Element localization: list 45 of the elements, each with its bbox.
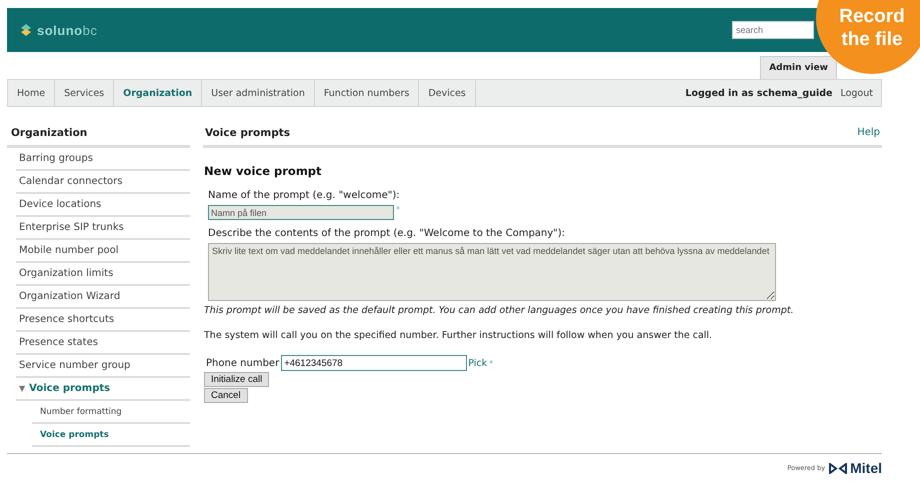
- logo-icon: [19, 23, 33, 37]
- admin-view-tab[interactable]: Admin view: [760, 56, 837, 79]
- nav-tab[interactable]: Devices: [419, 80, 476, 106]
- sidebar-item[interactable]: Presence states: [16, 332, 190, 355]
- cancel-button[interactable]: Cancel: [204, 388, 248, 403]
- logo-text: solunobc: [37, 22, 98, 38]
- nav-tab[interactable]: User administration: [202, 80, 315, 106]
- sidebar-item[interactable]: ▼ Voice prompts: [16, 378, 190, 401]
- sidebar-item[interactable]: Mobile number pool: [16, 240, 190, 263]
- phone-number-field[interactable]: +4612345678: [281, 355, 468, 371]
- default-prompt-note: This prompt will be saved as the default prompt. You can add other languages once you have finished creating this prompt.: [204, 305, 795, 316]
- sidebar-item[interactable]: Device locations: [16, 194, 190, 217]
- prompt-name-field[interactable]: Namn på filen: [208, 205, 394, 220]
- sidebar-subitem[interactable]: Number formatting: [32, 401, 190, 424]
- nav-tab[interactable]: Function numbers: [314, 80, 420, 106]
- description-field[interactable]: Skriv lite text om vad meddelandet innehåller eller ett manus så man lätt vet vad meddelandet säger utan att behöva lyssna av meddelandet: [208, 243, 776, 301]
- sidebar-item[interactable]: Organization limits: [16, 263, 190, 286]
- brand-name: Mitel: [850, 460, 882, 476]
- form-heading: New voice prompt: [204, 164, 323, 178]
- call-info-text: The system will call you on the specified number. Further instructions will follow when you answer the call.: [204, 330, 714, 341]
- pick-link[interactable]: Pick: [468, 358, 488, 368]
- logo-icon: [829, 462, 848, 474]
- required-mark: *: [489, 358, 494, 368]
- sidebar-item[interactable]: Calendar connectors: [16, 171, 190, 194]
- expand-icon[interactable]: ▼: [19, 384, 26, 393]
- sidebar-subitem[interactable]: Voice prompts: [32, 424, 190, 447]
- section-title: Voice prompts: [205, 127, 290, 139]
- search-field[interactable]: search: [732, 21, 814, 39]
- sidebar-item[interactable]: Barring groups: [16, 148, 190, 171]
- required-mark: *: [396, 205, 400, 214]
- field-label: Describe the contents of the prompt (e.g. "Welcome to the Company"):: [208, 228, 566, 239]
- sidebar-item[interactable]: Service number group: [16, 355, 190, 378]
- field-label: Name of the prompt (e.g. "welcome"):: [208, 190, 401, 201]
- initialize-call-button[interactable]: Initialize call: [204, 372, 270, 387]
- sidebar-item[interactable]: Presence shortcuts: [16, 309, 190, 332]
- logged-in-user: Logged in as schema_guide: [685, 88, 832, 98]
- sidebar-item[interactable]: Enterprise SIP trunks: [16, 217, 190, 240]
- sidebar-item[interactable]: Organization Wizard: [16, 286, 190, 309]
- nav-tab[interactable]: Services: [55, 80, 114, 106]
- nav-tab[interactable]: Home: [8, 80, 56, 106]
- field-label: Phone number: [206, 358, 280, 368]
- logout-link[interactable]: Logout: [840, 88, 873, 98]
- nav-tab[interactable]: Organization: [114, 80, 202, 106]
- help-link[interactable]: Help: [857, 127, 880, 139]
- sidebar-title: Organization: [7, 123, 190, 148]
